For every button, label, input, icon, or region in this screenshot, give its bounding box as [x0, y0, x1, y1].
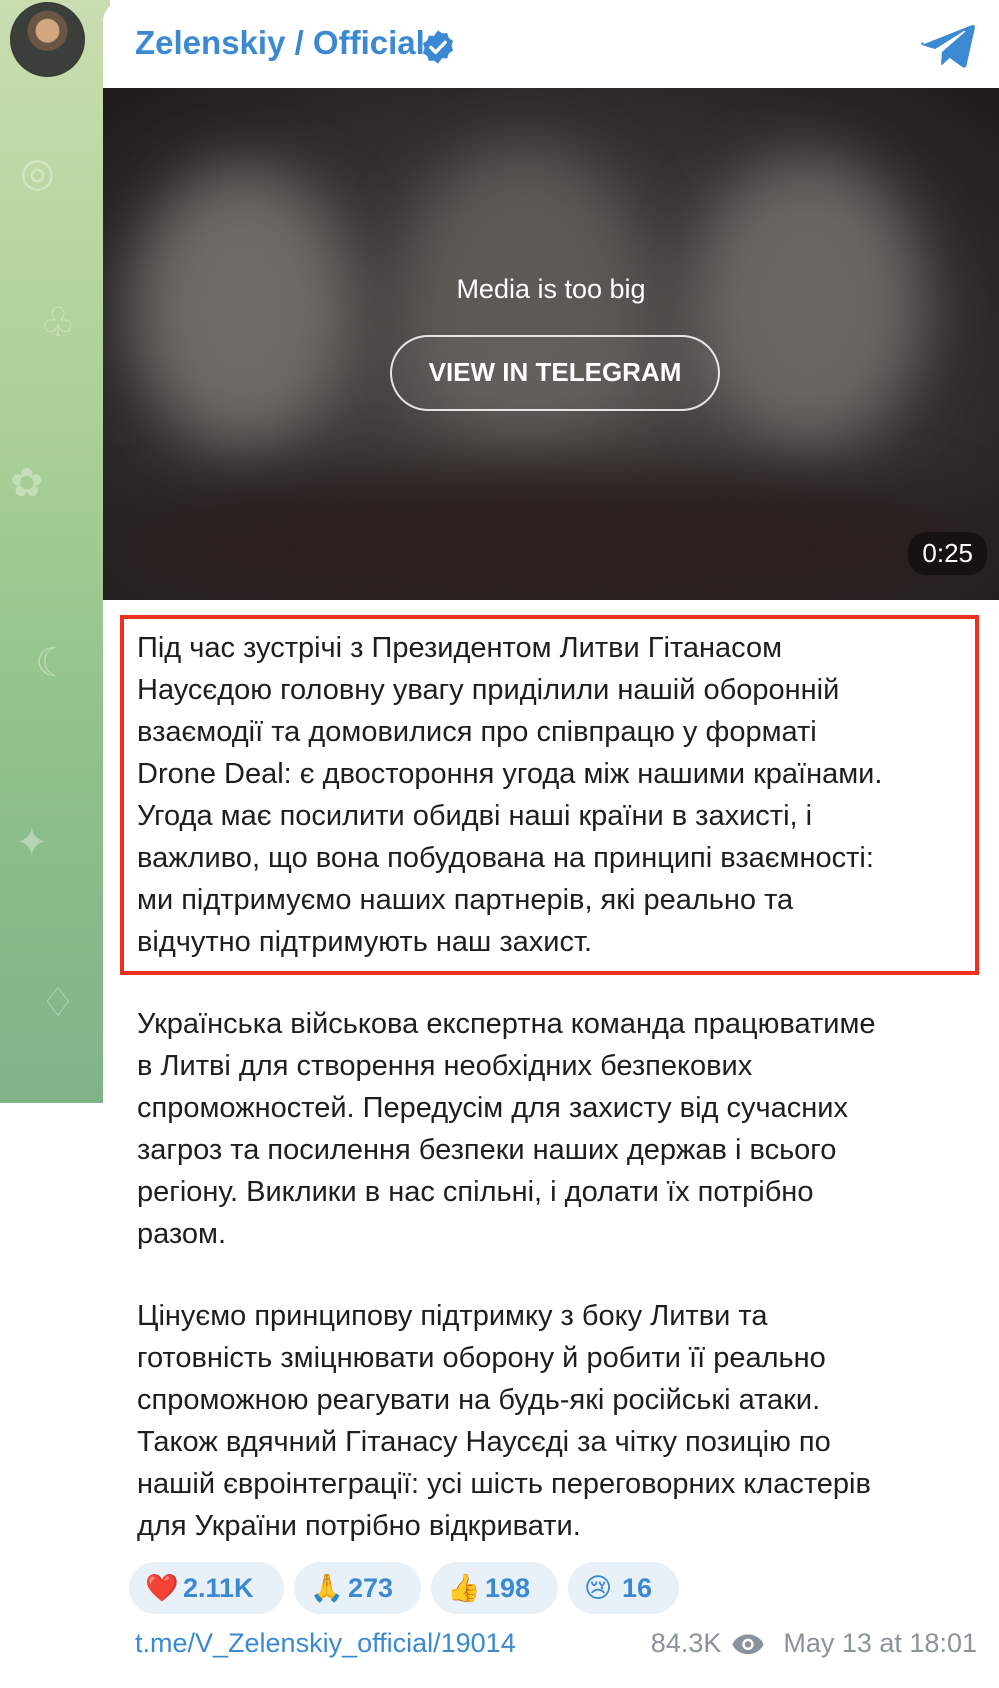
blurred-table: [103, 468, 999, 600]
background-doodle: ✦: [15, 821, 49, 865]
post-paragraph-3: Цінуємо принципову підтримку з боку Литв…: [137, 1300, 871, 1542]
channel-avatar[interactable]: [10, 2, 85, 77]
thumbs-up-icon: 👍: [447, 1573, 481, 1603]
background-doodle: ♢: [40, 981, 76, 1025]
view-count: 84.3K: [650, 1628, 722, 1658]
blurred-figure: [133, 168, 353, 448]
reaction-thumbs-up[interactable]: 👍 198: [431, 1562, 558, 1614]
chat-background: ◎ ♧ ✿ ☾ ✦ ♢: [0, 0, 110, 1103]
post-paragraph-2: Українська військова експертна команда п…: [137, 1008, 876, 1250]
view-in-telegram-button[interactable]: VIEW IN TELEGRAM: [390, 335, 720, 411]
message-header: Zelenskiy / Official: [103, 0, 999, 88]
reaction-heart[interactable]: ❤️ 2.11K: [129, 1562, 284, 1614]
reaction-pray[interactable]: 🙏 273: [294, 1562, 421, 1614]
media-too-big-notice: Media is too big: [456, 274, 646, 304]
channel-name[interactable]: Zelenskiy / Official: [135, 24, 425, 62]
verified-badge-icon: [422, 30, 454, 64]
reaction-count: 16: [622, 1573, 653, 1603]
post-link[interactable]: t.me/V_Zelenskiy_official/19014: [135, 1628, 516, 1659]
reaction-count: 273: [348, 1573, 394, 1603]
reaction-count: 2.11K: [183, 1573, 254, 1603]
reaction-count: 198: [485, 1573, 531, 1603]
background-doodle: ☾: [35, 641, 71, 685]
crying-face-icon: 😢: [584, 1573, 613, 1603]
background-doodle: ♧: [40, 301, 76, 345]
message-card: Zelenskiy / Official Media is too big VI…: [103, 0, 999, 1688]
eye-icon: [732, 1634, 764, 1655]
post-meta: 84.3K May 13 at 18:01: [651, 1628, 977, 1659]
telegram-icon[interactable]: [921, 22, 975, 70]
background-doodle: ✿: [10, 461, 44, 505]
video-duration: 0:25: [908, 532, 987, 575]
reaction-crying[interactable]: 😢 16: [568, 1562, 679, 1614]
post-timestamp: May 13 at 18:01: [783, 1628, 977, 1658]
background-doodle: ◎: [20, 151, 55, 195]
post-paragraph-1: Під час зустрічі з Президентом Литви Гіт…: [137, 632, 883, 958]
folded-hands-icon: 🙏: [310, 1573, 344, 1603]
heart-icon: ❤️: [145, 1573, 179, 1603]
video-preview[interactable]: Media is too big VIEW IN TELEGRAM 0:25: [103, 88, 999, 600]
